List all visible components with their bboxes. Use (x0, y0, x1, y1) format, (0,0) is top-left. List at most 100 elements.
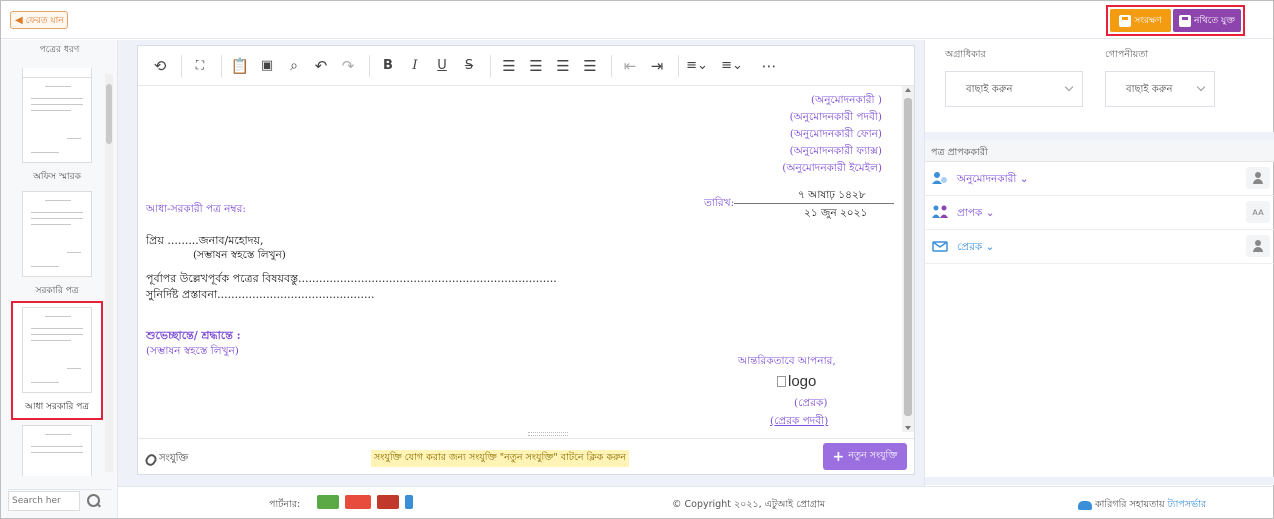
editor-toolbar: ⟲ ⛶ 📋 ▣ ⌕ ↶ ↷ B I U S ☰ ☰ ☰ ☰ ⇤ ⇥ ≡⌄ ≡⌄ … (138, 46, 914, 86)
letter-list-scrollbar[interactable] (105, 74, 113, 472)
letter-type-item-government[interactable]: সরকারি পত্র (11, 191, 103, 298)
more-icon[interactable]: ⋯ (757, 54, 781, 78)
letter-thumbnail (22, 77, 92, 163)
partner-label: পার্টনার: (269, 499, 301, 510)
undp-logo (405, 495, 413, 509)
properties-panel: অগ্রাধিকার বাছাই করুন গোপনীয়তা বাছাই কর… (924, 40, 1274, 518)
letter-thumbnail (22, 425, 92, 476)
attachment-bar: সংযুক্তি সংযুক্তি যোগ করার জন্য সংযুক্তি… (138, 438, 914, 474)
letter-type-item[interactable] (11, 425, 103, 476)
letter-type-label: আধা সরকারি পত্র (25, 402, 89, 412)
approver-fax: (অনুমোদনকারী ফ্যাক্স) (789, 145, 882, 157)
italic-icon[interactable]: I (403, 54, 427, 78)
tech-support-brand-link[interactable]: ট্যাপসর্ভার (1168, 498, 1206, 513)
justify-icon[interactable]: ☰ (578, 54, 602, 78)
back-label: ফেরত যান (25, 15, 64, 26)
secrecy-select[interactable]: বাছাই করুন (1105, 71, 1215, 107)
align-left-icon[interactable]: ☰ (497, 54, 521, 78)
priority-label: অগ্রাধিকার (945, 49, 986, 60)
underline-icon[interactable]: U (430, 54, 454, 78)
approver-name: (অনুমোদনকারী ) (811, 94, 882, 106)
note-label: নথিতে যুক্ত (1194, 16, 1235, 26)
priority-select[interactable]: বাছাই করুন (945, 71, 1083, 107)
scroll-up-icon[interactable] (905, 88, 911, 92)
add-sender-button[interactable] (1246, 235, 1270, 257)
align-center-icon[interactable]: ☰ (524, 54, 548, 78)
sender-designation: (প্রেরক পদবী) (770, 415, 829, 427)
recipient-sender-label: প্রেরক ⌄ (957, 241, 995, 253)
add-to-note-button[interactable]: নথিতে যুক্ত (1173, 9, 1241, 32)
search-icon[interactable] (86, 493, 102, 509)
secrecy-label: গোপনীয়তা (1105, 49, 1149, 60)
recipients-title: পত্র প্রাপককারী (925, 140, 1274, 162)
date-divider (734, 203, 894, 204)
add-receiver-button[interactable]: ᴀᴀ (1246, 201, 1270, 223)
salutation-note: (সম্ভাষন স্বহস্তে লিখুন) (193, 249, 286, 261)
person-icon (1252, 240, 1264, 252)
outdent-icon[interactable]: ⇤ (618, 54, 642, 78)
recipient-row-approver[interactable]: অনুমোদনকারী ⌄ (925, 162, 1274, 196)
attachment-label: সংযুক্তি (143, 451, 189, 468)
indent-icon[interactable]: ⇥ (645, 54, 669, 78)
letter-thumbnail (22, 191, 92, 277)
sender-icon (931, 239, 949, 253)
section-divider (925, 132, 1274, 140)
letter-type-label: সরকারি পত্র (35, 286, 79, 296)
undo-icon[interactable]: ↶ (309, 54, 333, 78)
ict-logo (377, 495, 399, 509)
strikethrough-icon[interactable]: S (457, 54, 481, 78)
broken-image-icon (777, 376, 786, 387)
approver-phone: (অনুমোদনকারী ফোন) (789, 128, 882, 140)
document-body[interactable]: (অনুমোদনকারী ) (অনুমোদনকারী পদবী) (অনুমো… (138, 86, 900, 432)
partner-logos (317, 495, 413, 509)
letter-thumbnail (22, 307, 92, 393)
letter-type-panel: পত্রের ধরণ অফিস স্মারক সরকারি পত্র আধা স… (1, 40, 118, 518)
recipient-row-receiver[interactable]: প্রাপক ⌄ ᴀᴀ (925, 196, 1274, 230)
letter-search-input[interactable] (8, 490, 80, 511)
top-actions-group: সংরক্ষণ নথিতে যুক্ত (1106, 5, 1245, 36)
paste-icon[interactable]: 📋 (228, 54, 252, 78)
letter-type-item-office-memo[interactable]: অফিস স্মারক (11, 77, 103, 184)
bold-icon[interactable]: B (376, 54, 400, 78)
chevron-down-icon (1196, 82, 1206, 92)
attachment-label-text: সংযুক্তি (159, 453, 189, 464)
panel-resize-bar[interactable] (925, 477, 1274, 485)
align-right-icon[interactable]: ☰ (551, 54, 575, 78)
person-icon (1252, 172, 1264, 184)
back-button[interactable]: ◀ ফেরত যান (10, 11, 68, 29)
approver-designation: (অনুমোদনকারী পদবী) (789, 111, 882, 123)
letter-type-title: পত্রের ধরণ (39, 45, 80, 55)
cloud-icon (1078, 501, 1092, 510)
find-icon[interactable]: ⌕ (282, 54, 306, 78)
sender-logo: logo (777, 373, 816, 390)
secrecy-value: বাছাই করুন (1126, 84, 1173, 95)
save-button[interactable]: সংরক্ষণ (1110, 9, 1171, 32)
proposal-line: সুনির্দিষ্ট প্রস্তাবনা..................… (146, 288, 375, 301)
bullet-list-icon[interactable]: ≡⌄ (720, 54, 744, 78)
memo-number-label: আধা-সরকারী পত্র নম্বর: (146, 203, 246, 215)
recipient-row-sender[interactable]: প্রেরক ⌄ (925, 230, 1274, 264)
govt-logo (345, 495, 371, 509)
add-approver-button[interactable] (1246, 167, 1270, 189)
redo-icon[interactable]: ↷ (336, 54, 360, 78)
date-english: ২১ জুন ২০২১ (804, 207, 868, 219)
letter-editor: ⟲ ⛶ 📋 ▣ ⌕ ↶ ↷ B I U S ☰ ☰ ☰ ☰ ⇤ ⇥ ≡⌄ ≡⌄ … (137, 45, 915, 475)
history-icon[interactable]: ⟲ (148, 54, 172, 78)
letter-type-list: অফিস স্মারক সরকারি পত্র আধা সরকারি পত্র (1, 68, 118, 476)
approver-icon (931, 171, 949, 185)
resize-grip[interactable] (528, 432, 568, 436)
date-label: তারিখ: (704, 197, 735, 209)
numbered-list-icon[interactable]: ≡⌄ (685, 54, 709, 78)
scroll-down-icon[interactable] (905, 426, 911, 430)
note-icon (1179, 14, 1192, 27)
copyright-text: © Copyright ২০২১, এটুআই প্রোগ্রাম (672, 499, 825, 510)
fullscreen-icon[interactable]: ⛶ (188, 54, 212, 78)
tech-support: কারিগরি সহায়তায় ট্যাপসর্ভার (1078, 498, 1206, 513)
plus-icon: + (832, 448, 845, 465)
chevron-down-icon (1064, 82, 1074, 92)
new-attachment-label: নতুন সংযুক্তি (848, 450, 898, 461)
new-attachment-button[interactable]: + নতুন সংযুক্তি (823, 443, 907, 470)
editor-scrollbar[interactable] (902, 86, 914, 432)
select-all-icon[interactable]: ▣ (255, 54, 279, 78)
letter-type-item-semi-government[interactable]: আধা সরকারি পত্র (11, 301, 103, 420)
